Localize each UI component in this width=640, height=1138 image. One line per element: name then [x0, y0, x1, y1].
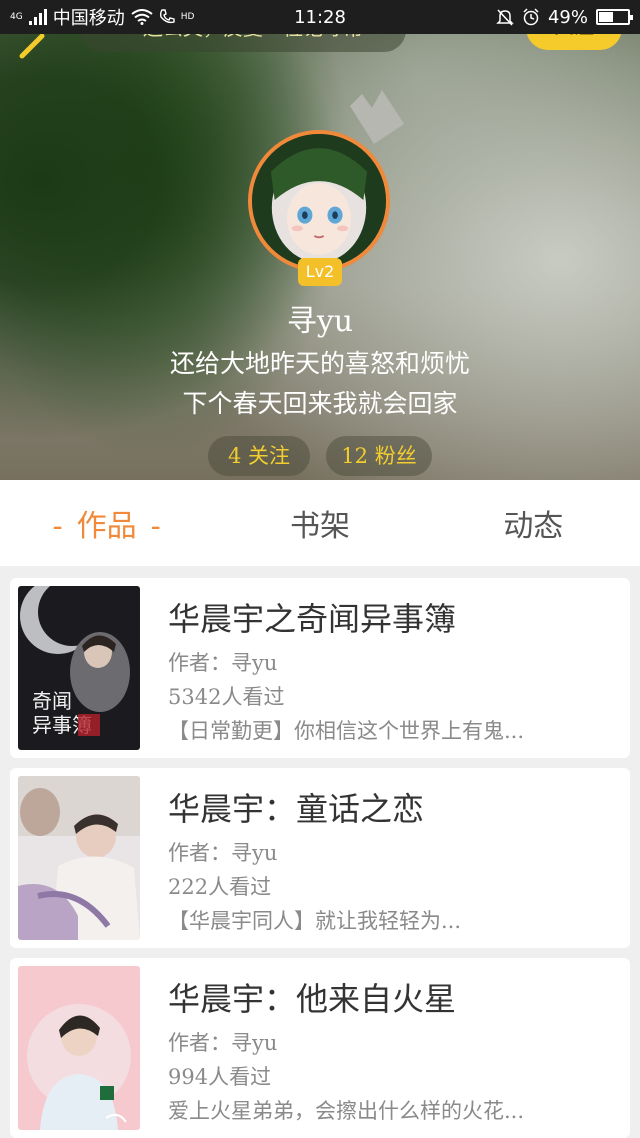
user-bio: 还给大地昨天的喜怒和烦忧 下个春天回来我就会回家	[0, 344, 640, 424]
avatar[interactable]	[248, 130, 390, 272]
cover-title-1: 奇闻	[32, 689, 72, 713]
flag-icon	[350, 90, 404, 144]
work-card[interactable]: 华晨宇：童话之恋 作者：寻yu 222人看过 【华晨宇同人】就让我轻轻为...	[10, 768, 630, 948]
status-bar: 4G 中国移动 HD 11:28 49%	[0, 0, 640, 34]
network-type: 4G	[10, 12, 23, 22]
work-title[interactable]: 华晨宇：童话之恋	[168, 784, 616, 830]
work-card[interactable]: 奇闻 异事簿 华晨宇之奇闻异事簿 作者：寻yu 5342人看过 【日常勤更】你相…	[10, 578, 630, 758]
book-cover: 奇闻 异事簿	[18, 586, 140, 750]
avatar-illustration	[252, 134, 386, 268]
work-title[interactable]: 华晨宇：他来自火星	[168, 974, 616, 1020]
profile-header: 一遍公文，反复一位记寻常 关注 Lv2 寻yu 还给大地昨天的喜怒和烦忧 下个春…	[0, 0, 640, 480]
tab-dash-right: -	[150, 509, 161, 544]
work-author: 作者：寻yu	[168, 1031, 278, 1055]
phone-icon	[159, 9, 175, 24]
level-badge: Lv2	[298, 258, 342, 286]
mute-bell-icon	[496, 9, 514, 26]
tab-works-label: 作品	[76, 509, 137, 544]
bio-line-1: 还给大地昨天的喜怒和烦忧	[169, 349, 470, 378]
alarm-icon	[523, 8, 539, 26]
battery-icon	[596, 9, 633, 25]
work-views: 994人看过	[168, 1065, 272, 1089]
work-views: 222人看过	[168, 875, 272, 899]
tab-bar: - 作品 - 书架 动态	[0, 480, 640, 566]
work-author: 作者：寻yu	[168, 651, 278, 675]
tab-activity[interactable]: 动态	[427, 501, 640, 545]
user-name: 寻yu	[286, 304, 354, 339]
tab-dash-left: -	[52, 509, 63, 544]
bio-line-2: 下个春天回来我就会回家	[182, 389, 458, 418]
battery-percent: 49%	[547, 6, 588, 28]
work-card[interactable]: 华晨宇：他来自火星 作者：寻yu 994人看过 爱上火星弟弟，会擦出什么样的火花…	[10, 958, 630, 1138]
tab-bookshelf[interactable]: 书架	[213, 501, 426, 545]
book-cover	[18, 966, 140, 1130]
fans-count[interactable]: 12 粉丝	[326, 436, 432, 476]
tab-works[interactable]: - 作品 -	[0, 501, 213, 545]
work-views: 5342人看过	[168, 685, 285, 709]
work-description: 爱上火星弟弟，会擦出什么样的火花...	[168, 1099, 525, 1123]
following-count[interactable]: 4 关注	[208, 436, 310, 476]
carrier-name: 中国移动	[52, 8, 125, 29]
work-description: 【华晨宇同人】就让我轻轻为...	[168, 909, 462, 933]
book-cover	[18, 776, 140, 940]
back-icon[interactable]	[18, 30, 48, 60]
wifi-icon	[131, 9, 153, 25]
work-title[interactable]: 华晨宇之奇闻异事簿	[168, 594, 616, 640]
hd-indicator: HD	[180, 12, 195, 22]
work-author: 作者：寻yu	[168, 841, 278, 865]
work-description: 【日常勤更】你相信这个世界上有鬼...	[168, 719, 525, 743]
signal-icon	[28, 9, 47, 25]
